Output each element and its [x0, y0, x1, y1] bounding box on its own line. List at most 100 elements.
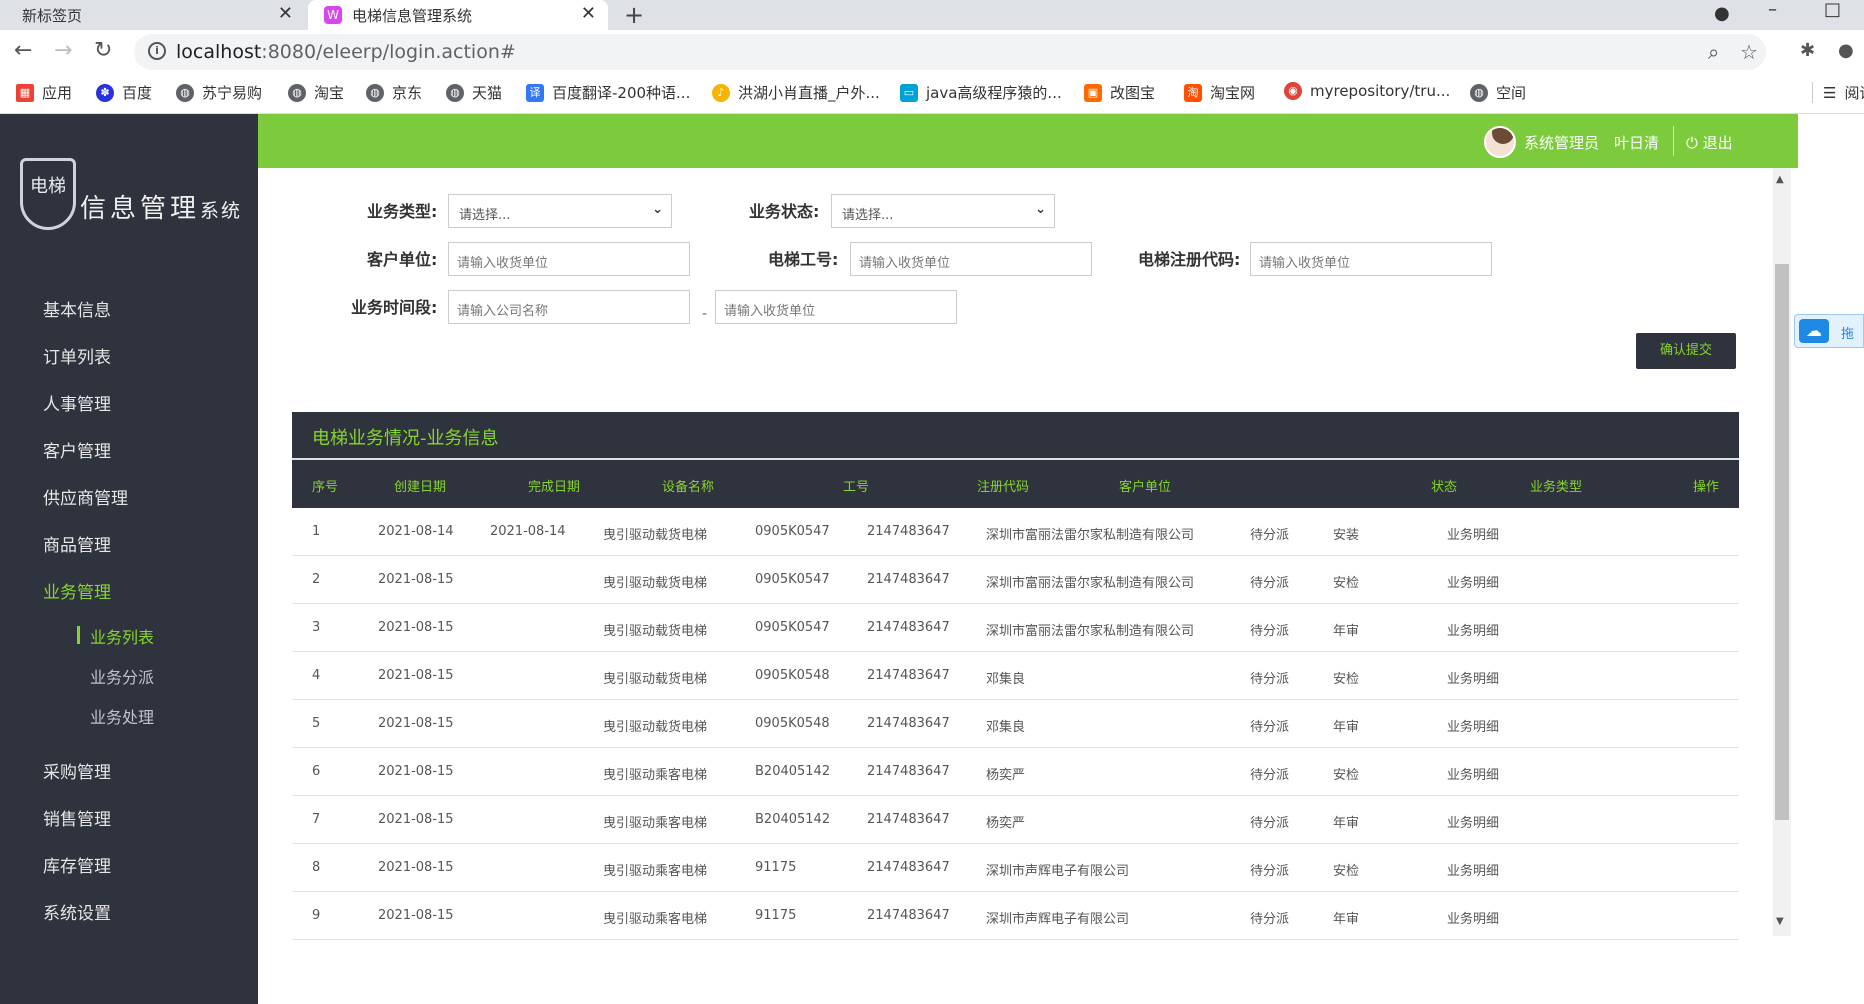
sidebar-subitem-business-list[interactable]: 业务列表 — [90, 624, 154, 648]
sidebar-item-products[interactable]: 商品管理 — [43, 531, 111, 556]
table-row: 4 2021-08-15 曳引驱动载货电梯 0905K0548 2147483647 邓集… — [292, 652, 1739, 700]
close-tab-icon[interactable]: ✕ — [278, 3, 293, 24]
sidebar-item-business[interactable]: 业务管理 — [43, 578, 111, 603]
cell-elevator-no: 0905K0547 — [755, 620, 830, 635]
cell-status: 待分派 — [1250, 528, 1290, 543]
bookmark-live[interactable]: ♪ 洪湖小肖直播_户外... — [712, 82, 880, 103]
profile-download-icon[interactable]: ● — [1714, 4, 1730, 24]
forward-arrow-icon[interactable]: → — [54, 37, 72, 65]
user-avatar[interactable] — [1484, 126, 1516, 158]
bookmark-taobao-net[interactable]: 淘淘宝网 — [1184, 82, 1255, 103]
bookmark-space[interactable]: ◍ 空间 — [1470, 82, 1526, 103]
scroll-down-arrow-icon[interactable]: ▼ — [1776, 916, 1784, 927]
period-separator: - — [702, 306, 708, 322]
cell-action[interactable]: 业务明细 — [1447, 764, 1499, 783]
sidebar-item-customers[interactable]: 客户管理 — [43, 437, 111, 462]
minimize-icon[interactable]: – — [1768, 0, 1777, 20]
cell-index: 6 — [312, 764, 321, 779]
cell-action[interactable]: 业务明细 — [1447, 812, 1499, 831]
bookmark-label: java高级程序猿的... — [926, 84, 1062, 102]
user-name[interactable]: 叶日清 — [1614, 132, 1659, 153]
period-end-input[interactable]: 请输入收货单位 — [715, 290, 957, 324]
bookmark-bilibili[interactable]: ▭ java高级程序猿的... — [900, 82, 1062, 103]
bookmark-jd[interactable]: ◍ 京东 — [366, 82, 422, 103]
address-bar[interactable]: i localhost:8080/eleerp/login.action# ⌕ … — [134, 34, 1766, 70]
sidebar: 电梯 信息管理系统 基本信息 订单列表 人事管理 客户管理 供应商管理 商品管理… — [0, 114, 258, 1004]
profile-avatar-icon[interactable]: ● — [1838, 37, 1854, 65]
extensions-puzzle-icon[interactable]: ✱ — [1800, 37, 1815, 65]
sidebar-item-purchase[interactable]: 采购管理 — [43, 758, 111, 783]
period-start-input[interactable]: 请输入公司名称 — [448, 290, 690, 324]
cell-customer: 深圳市富丽法雷尔家私制造有限公司 — [986, 528, 1195, 543]
customer-input[interactable]: 请输入收货单位 — [448, 242, 690, 276]
sidebar-subitem-business-dispatch[interactable]: 业务分派 — [90, 664, 154, 688]
reg-code-input[interactable]: 请输入收货单位 — [1250, 242, 1492, 276]
browser-tab-newtab[interactable]: 新标签页 ✕ — [0, 0, 305, 30]
scrollbar-thumb[interactable] — [1775, 264, 1789, 820]
sidebar-item-orders[interactable]: 订单列表 — [43, 343, 111, 368]
cell-customer: 杨奕严 — [986, 816, 1026, 831]
biz-status-select[interactable]: 请选择... ⌄ — [831, 194, 1055, 228]
reload-icon[interactable]: ↻ — [94, 37, 112, 65]
new-tab-plus-icon[interactable]: + — [624, 0, 644, 30]
sidebar-item-basic-info[interactable]: 基本信息 — [43, 296, 111, 321]
cell-created: 2021-08-15 — [378, 620, 454, 635]
back-arrow-icon[interactable]: ← — [14, 37, 32, 65]
bookmark-apps[interactable]: ▦ 应用 — [16, 82, 72, 103]
bookmark-tmall[interactable]: ◍ 天猫 — [446, 82, 502, 103]
scroll-up-arrow-icon[interactable]: ▲ — [1776, 174, 1784, 185]
table-row: 5 2021-08-15 曳引驱动载货电梯 0905K0548 2147483647 邓集… — [292, 700, 1739, 748]
floating-cloud-widget[interactable]: ☁ 拖 — [1794, 314, 1864, 348]
biz-type-select[interactable]: 请选择... ⌄ — [448, 194, 672, 228]
site-info-icon[interactable]: i — [148, 42, 166, 60]
sidebar-item-hr[interactable]: 人事管理 — [43, 390, 111, 415]
cell-action[interactable]: 业务明细 — [1447, 572, 1499, 591]
col-header: 客户单位 — [1119, 480, 1172, 495]
bookmark-suning[interactable]: ◍ 苏宁易购 — [176, 82, 262, 103]
sidebar-subitem-business-process[interactable]: 业务处理 — [90, 704, 154, 728]
bookmark-gaitubao[interactable]: ▣ 改图宝 — [1084, 82, 1155, 103]
table-row: 3 2021-08-15 曳引驱动载货电梯 0905K0547 2147483647 深圳… — [292, 604, 1739, 652]
elevator-shield-logo: 电梯 — [20, 158, 76, 230]
logout-label: 退出 — [1702, 134, 1733, 152]
logo-title-main: 信息管理 — [80, 194, 201, 224]
cell-action[interactable]: 业务明细 — [1447, 860, 1499, 879]
globe-icon: ◍ — [176, 83, 194, 102]
close-tab-icon[interactable]: ✕ — [581, 3, 596, 24]
bookmark-myrepository[interactable]: ◉ myrepository/tru... — [1284, 82, 1450, 100]
sidebar-item-suppliers[interactable]: 供应商管理 — [43, 484, 128, 509]
globe-icon: ◍ — [366, 83, 384, 102]
table-row: 8 2021-08-15 曳引驱动乘客电梯 91175 2147483647 深圳市声辉电… — [292, 844, 1739, 892]
browser-tab-active[interactable]: W 电梯信息管理系统 ✕ — [308, 0, 608, 30]
bookmark-reading-list[interactable]: ☰ 阅读 — [1812, 82, 1864, 103]
cell-elevator-no: 0905K0548 — [755, 668, 830, 683]
cell-elevator-no: 0905K0548 — [755, 716, 830, 731]
bookmark-baidu[interactable]: ✽ 百度 — [96, 82, 152, 103]
maximize-icon[interactable]: □ — [1824, 0, 1841, 20]
cell-action[interactable]: 业务明细 — [1447, 620, 1499, 639]
header-divider — [1673, 126, 1674, 156]
chevron-down-icon: ⌄ — [652, 202, 663, 217]
cell-customer: 邓集良 — [986, 720, 1026, 735]
sidebar-item-sales[interactable]: 销售管理 — [43, 805, 111, 830]
sidebar-item-inventory[interactable]: 库存管理 — [43, 852, 111, 877]
cell-index: 1 — [312, 524, 321, 539]
tv-icon: ▭ — [900, 83, 918, 102]
zoom-icon[interactable]: ⌕ — [1708, 40, 1719, 64]
cell-customer: 深圳市声辉电子有限公司 — [986, 912, 1130, 927]
bookmark-baidu-translate[interactable]: 译百度翻译-200种语... — [526, 82, 690, 103]
cell-reg-code: 2147483647 — [867, 524, 950, 539]
cell-action[interactable]: 业务明细 — [1447, 524, 1499, 543]
bookmark-taobao[interactable]: ◍ 淘宝 — [288, 82, 344, 103]
sidebar-item-settings[interactable]: 系统设置 — [43, 899, 111, 924]
bookmark-star-icon[interactable]: ☆ — [1740, 40, 1758, 64]
cell-action[interactable]: 业务明细 — [1447, 716, 1499, 735]
app-logo: 电梯 信息管理系统 — [18, 158, 240, 238]
cell-action[interactable]: 业务明细 — [1447, 908, 1499, 927]
logout-button[interactable]: ⏻ 退出 — [1686, 132, 1733, 153]
bookmark-label: 苏宁易购 — [202, 84, 263, 102]
elevator-no-input[interactable]: 请输入收货单位 — [850, 242, 1092, 276]
cell-device: 曳引驱动载货电梯 — [603, 720, 708, 735]
confirm-submit-button[interactable]: 确认提交 — [1636, 333, 1736, 369]
cell-action[interactable]: 业务明细 — [1447, 668, 1499, 687]
